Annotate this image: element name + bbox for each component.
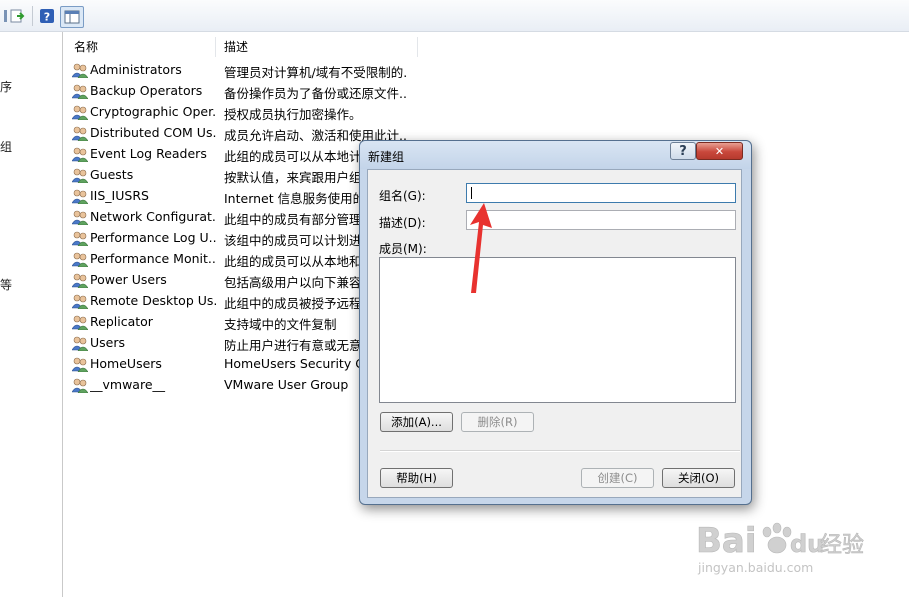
- baidu-paw-logo: Bai du 经验 jingyan.baidu.com: [696, 521, 865, 575]
- watermark-suffix: 经验: [820, 533, 864, 558]
- annotation-arrow: [470, 203, 492, 293]
- watermark-url: jingyan.baidu.com: [697, 560, 813, 575]
- watermark-brand: Bai: [696, 521, 757, 561]
- baidu-watermark: Bai du 经验 jingyan.baidu.com: [696, 512, 876, 582]
